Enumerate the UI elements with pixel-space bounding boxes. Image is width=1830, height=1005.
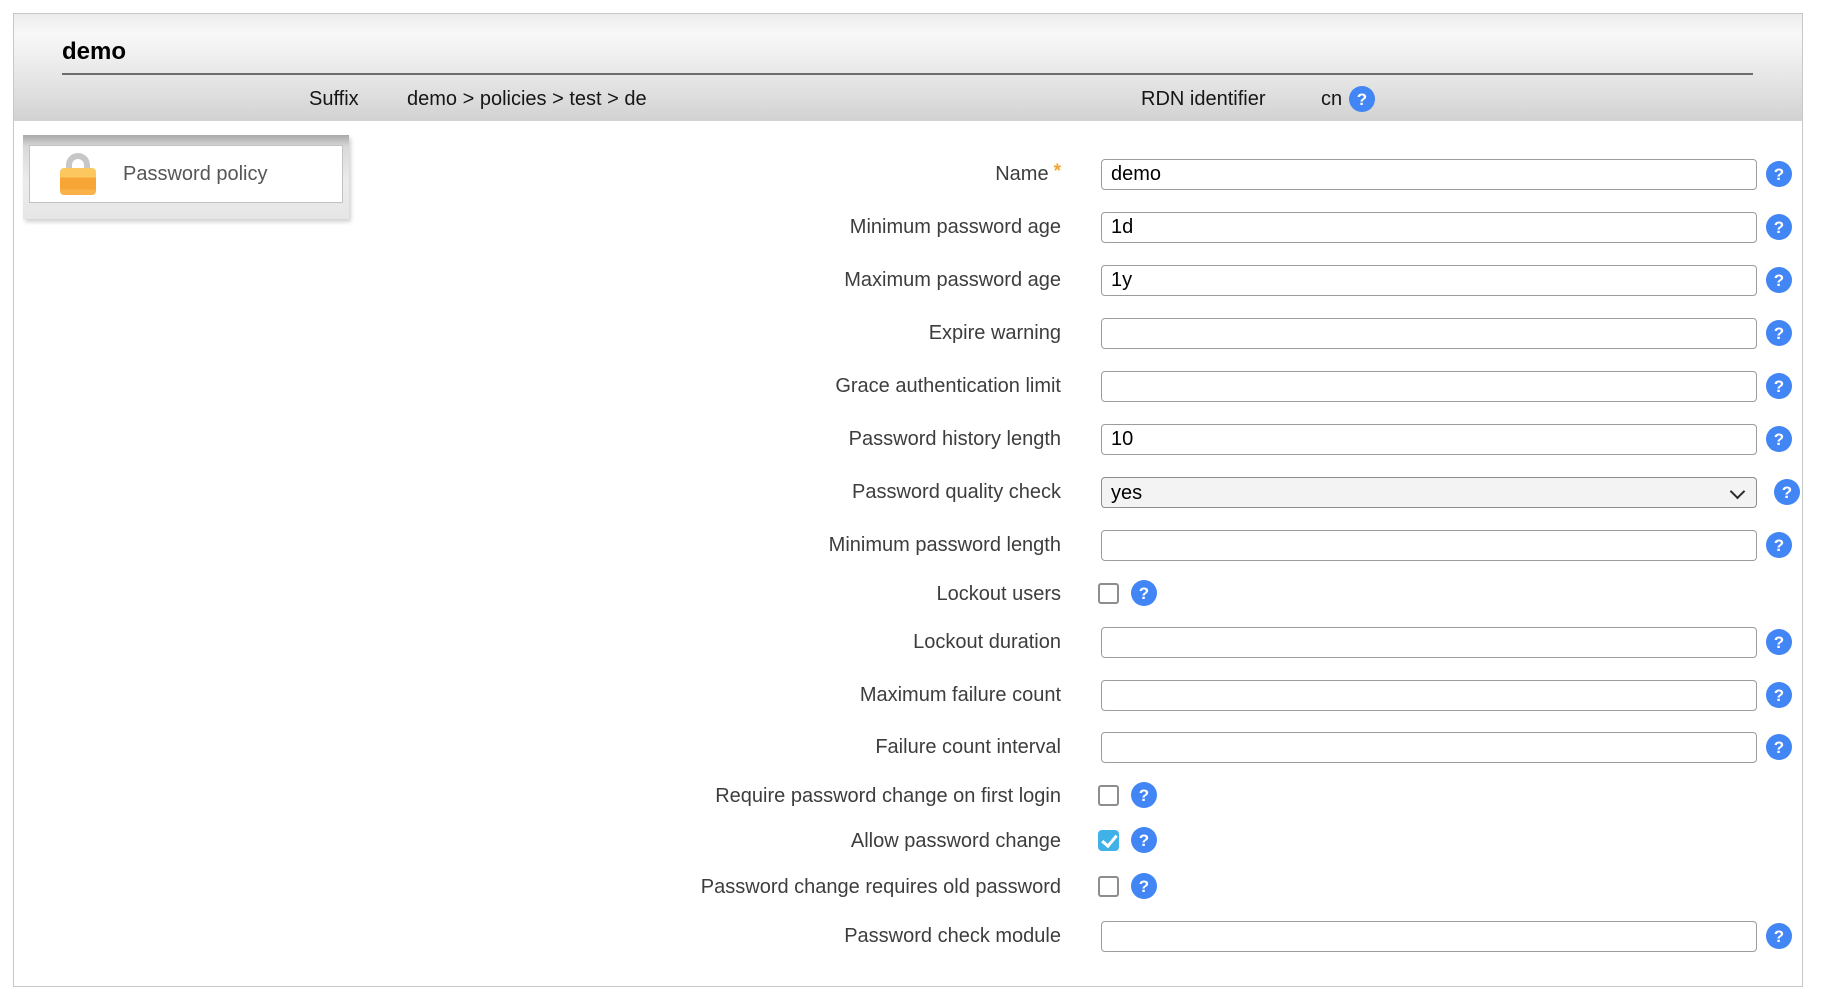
help-icon[interactable]: ? [1766,426,1792,452]
failure-count-interval-input[interactable] [1101,732,1757,763]
lockout-duration-input[interactable] [1101,627,1757,658]
field-label: Password history length [14,424,1061,455]
rdn-identifier-label: RDN identifier [1141,88,1265,111]
help-icon[interactable]: ? [1766,629,1792,655]
title-divider [62,73,1753,75]
field-label: Maximum password age [14,265,1061,296]
breadcrumb: demo > policies > test > de [407,88,647,111]
expire-warning-input[interactable] [1101,318,1757,349]
minimum-password-age-input[interactable] [1101,212,1757,243]
maximum-password-age-input[interactable] [1101,265,1757,296]
page-title: demo [62,38,126,66]
help-icon[interactable]: ? [1766,161,1792,187]
field-label: Grace authentication limit [14,371,1061,402]
help-icon[interactable]: ? [1131,873,1157,899]
form-row-require-password-change-on-first-login: Require password change on first login ? [14,785,1802,807]
form-row-password-history-length: Password history length ? [14,424,1802,455]
minimum-password-length-input[interactable] [1101,530,1757,561]
form-row-grace-authentication-limit: Grace authentication limit ? [14,371,1802,402]
form-row-password-quality-check: Password quality check yes ? [14,477,1802,508]
allow-password-change-checkbox[interactable] [1098,830,1119,851]
field-label: Password change requires old password [14,876,1061,898]
form-row-lockout-duration: Lockout duration ? [14,627,1802,658]
form-row-expire-warning: Expire warning ? [14,318,1802,349]
require-password-change-on-first-login-checkbox[interactable] [1098,785,1119,806]
form-row-maximum-failure-count: Maximum failure count ? [14,680,1802,711]
help-icon[interactable]: ? [1131,580,1157,606]
help-icon[interactable]: ? [1766,923,1792,949]
password-quality-check-select[interactable]: yes [1101,477,1757,508]
help-icon[interactable]: ? [1131,827,1157,853]
form-row-minimum-password-age: Minimum password age ? [14,212,1802,243]
form-row-minimum-password-length: Minimum password length ? [14,530,1802,561]
field-label: Name* [14,159,1061,190]
form-row-lockout-users: Lockout users ? [14,583,1802,605]
rdn-identifier-value: cn [1321,88,1342,111]
password-check-module-input[interactable] [1101,921,1757,952]
password-change-requires-old-password-checkbox[interactable] [1098,876,1119,897]
field-label: Minimum password length [14,530,1061,561]
field-label: Lockout duration [14,627,1061,658]
content-frame: demo Suffix demo > policies > test > de … [13,13,1803,987]
lockout-users-checkbox[interactable] [1098,583,1119,604]
field-label: Lockout users [14,583,1061,605]
field-label: Require password change on first login [14,785,1061,807]
help-icon[interactable]: ? [1766,682,1792,708]
name-input[interactable] [1101,159,1757,190]
password-history-length-input[interactable] [1101,424,1757,455]
help-icon[interactable]: ? [1766,214,1792,240]
form-row-password-check-module: Password check module ? [14,921,1802,952]
maximum-failure-count-input[interactable] [1101,680,1757,711]
help-icon[interactable]: ? [1766,734,1792,760]
form-row-maximum-password-age: Maximum password age ? [14,265,1802,296]
field-label: Expire warning [14,318,1061,349]
help-icon[interactable]: ? [1766,267,1792,293]
field-label: Failure count interval [14,732,1061,763]
field-label: Allow password change [14,830,1061,852]
header-band: demo Suffix demo > policies > test > de … [14,14,1802,121]
form-row-allow-password-change: Allow password change ? [14,830,1802,852]
suffix-label: Suffix [309,88,359,111]
help-icon[interactable]: ? [1349,86,1375,112]
form-row-password-change-requires-old-password: Password change requires old password ? [14,876,1802,898]
field-label: Minimum password age [14,212,1061,243]
required-marker: * [1054,161,1061,182]
field-label: Password check module [14,921,1061,952]
field-label: Password quality check [14,477,1061,508]
form-row-failure-count-interval: Failure count interval ? [14,732,1802,763]
help-icon[interactable]: ? [1131,782,1157,808]
grace-authentication-limit-input[interactable] [1101,371,1757,402]
help-icon[interactable]: ? [1774,479,1800,505]
field-label: Maximum failure count [14,680,1061,711]
help-icon[interactable]: ? [1766,373,1792,399]
help-icon[interactable]: ? [1766,320,1792,346]
help-icon[interactable]: ? [1766,532,1792,558]
form-row-name: Name* ? [14,159,1802,190]
